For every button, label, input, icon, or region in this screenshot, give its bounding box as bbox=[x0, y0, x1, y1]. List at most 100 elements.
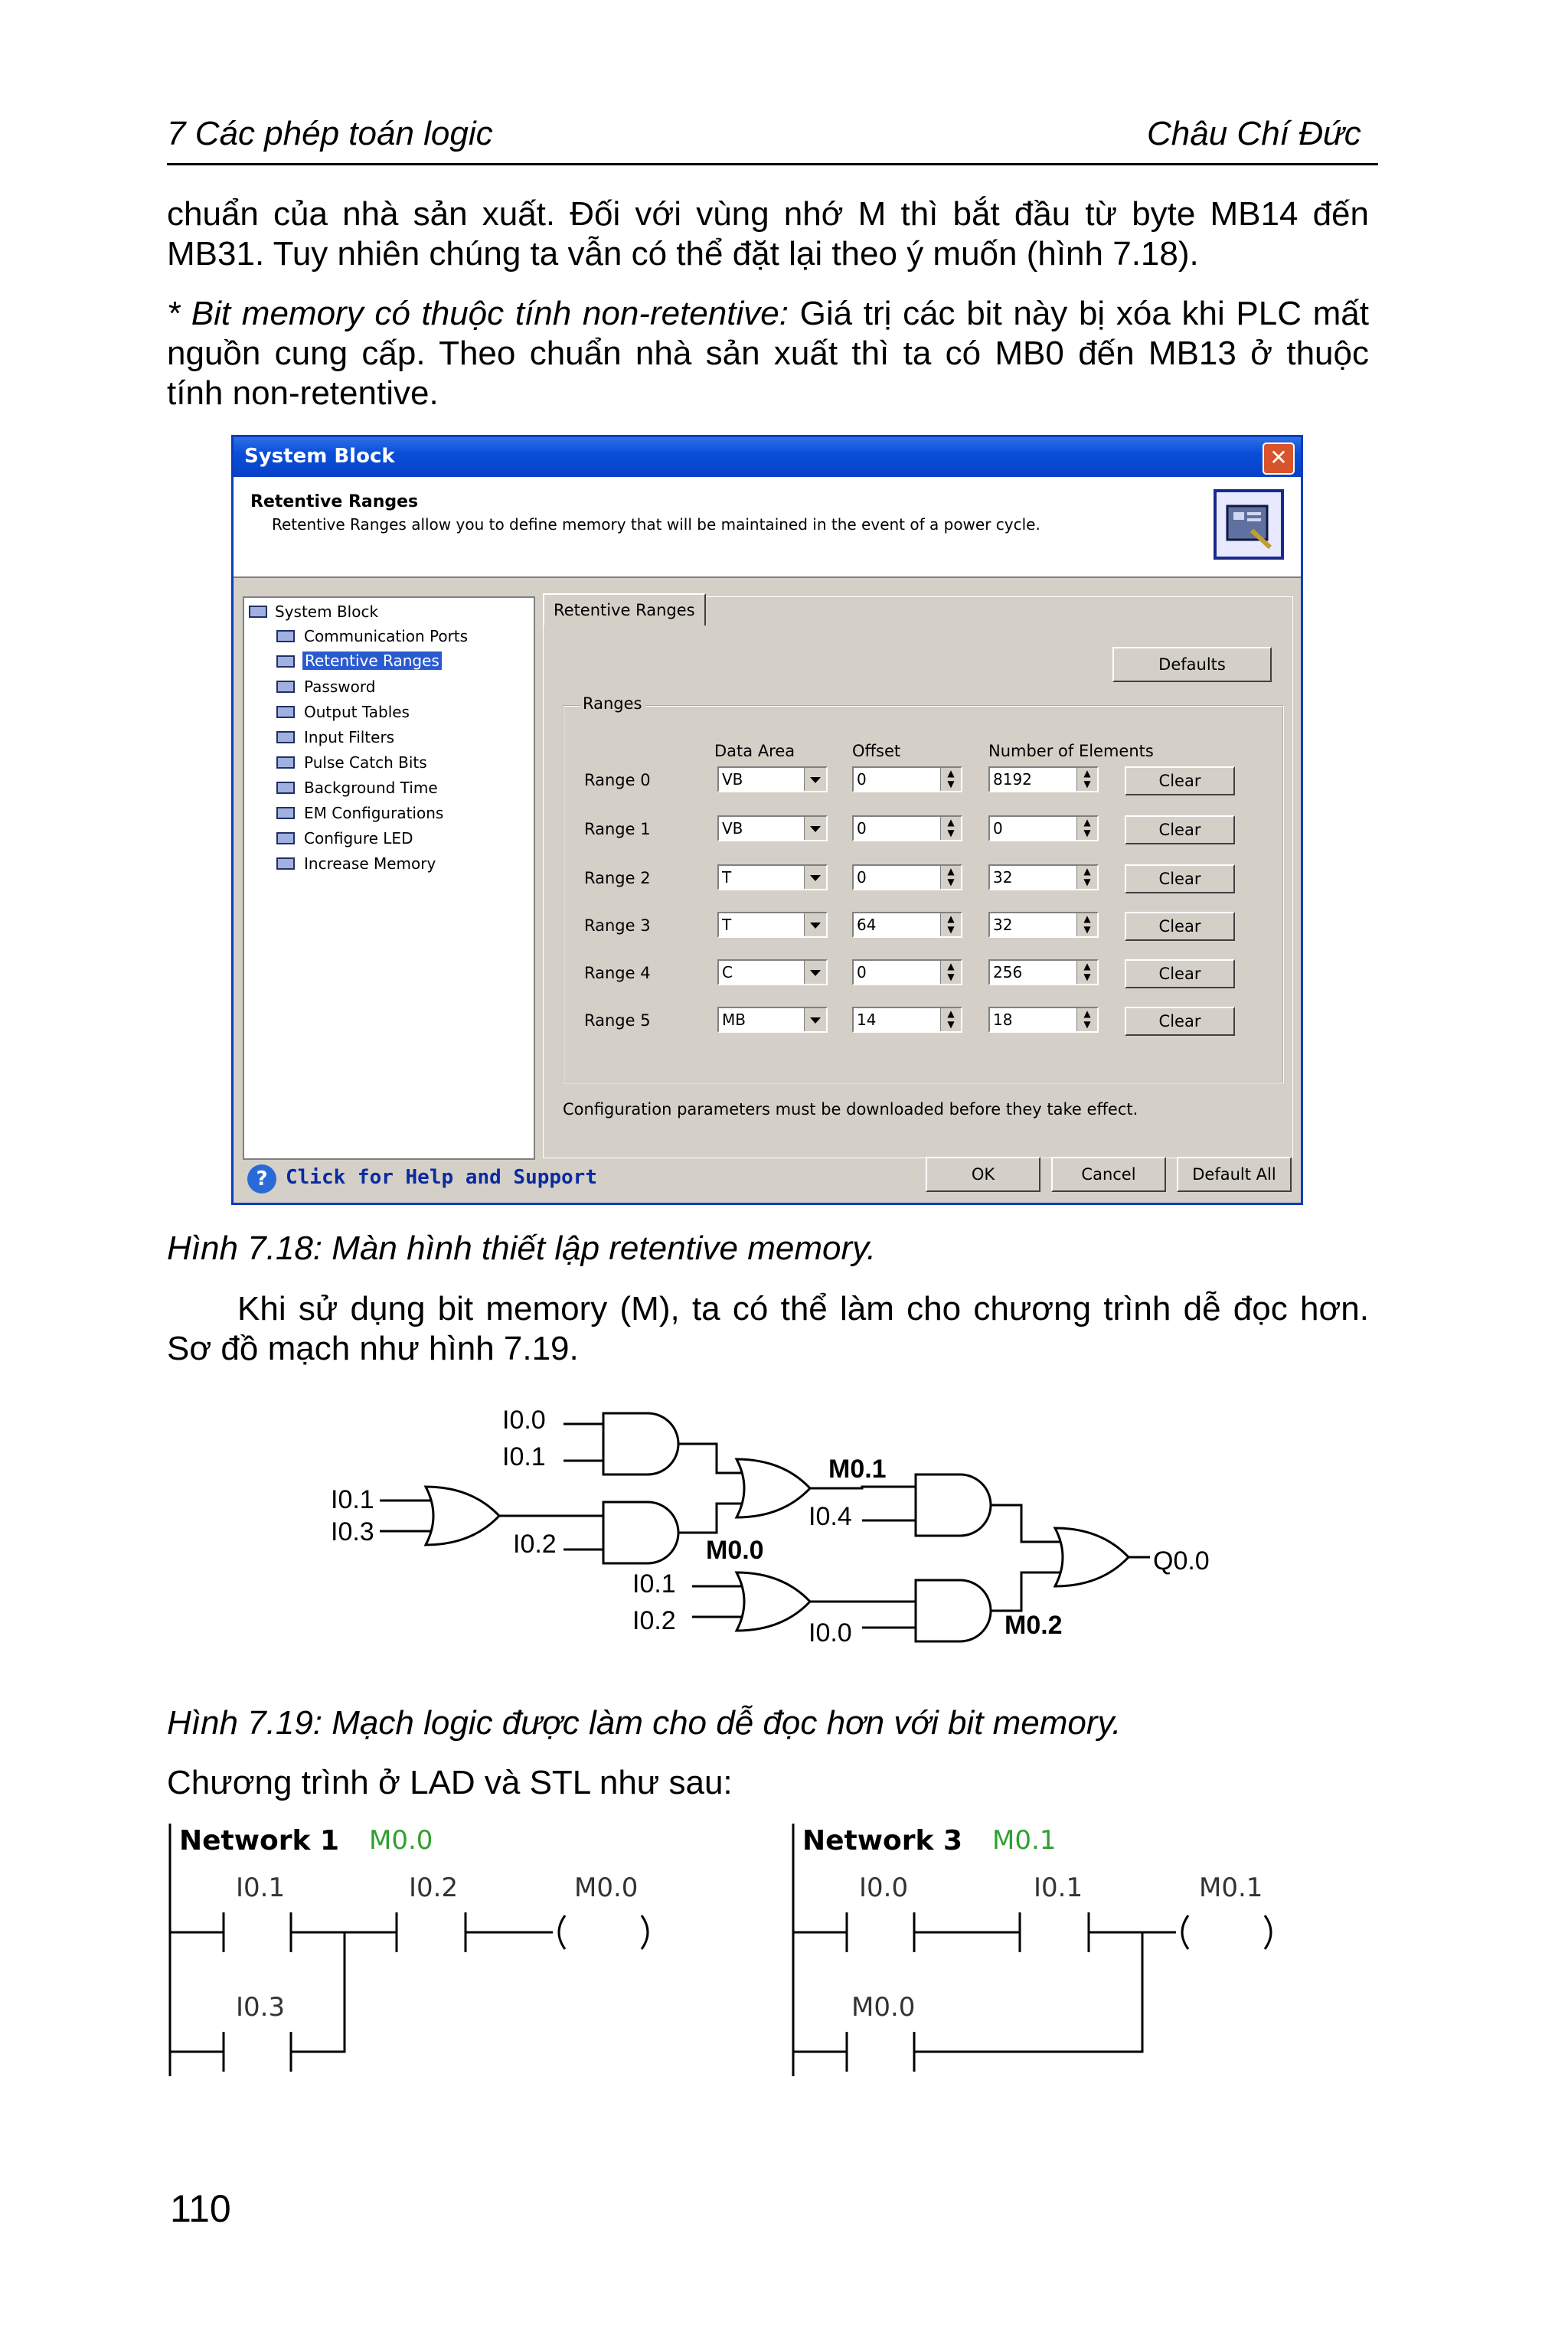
elements-value: 256 bbox=[993, 963, 1023, 981]
data-area-select[interactable]: T bbox=[717, 912, 828, 938]
spinner-arrows-icon[interactable]: ▲ ▼ bbox=[940, 768, 961, 791]
spinner-arrows-icon[interactable]: ▲ ▼ bbox=[1076, 961, 1097, 984]
network-3-comment: M0.1 bbox=[992, 1825, 1057, 1856]
tree-item-communication-ports[interactable]: Communication Ports bbox=[304, 627, 468, 645]
data-area-select[interactable]: C bbox=[717, 959, 828, 985]
spinner-arrows-icon[interactable]: ▲ ▼ bbox=[1076, 817, 1097, 840]
spinner-arrows-icon[interactable]: ▲ ▼ bbox=[1076, 768, 1097, 791]
data-area-select[interactable]: MB bbox=[717, 1007, 828, 1033]
spinner-arrows-icon[interactable]: ▲ ▼ bbox=[940, 961, 961, 984]
chevron-down-icon[interactable] bbox=[804, 817, 826, 840]
tree-item-em-configurations[interactable]: EM Configurations bbox=[304, 804, 443, 822]
offset-spinner[interactable]: 0 ▲ ▼ bbox=[852, 959, 962, 985]
input-label-i0-2: I0.2 bbox=[632, 1606, 676, 1635]
data-area-select[interactable]: VB bbox=[717, 815, 828, 841]
tree-item-output-tables[interactable]: Output Tables bbox=[304, 703, 410, 721]
offset-spinner[interactable]: 0 ▲ ▼ bbox=[852, 864, 962, 890]
clear-button[interactable]: Clear bbox=[1125, 912, 1235, 941]
contact-label: I0.1 bbox=[236, 1873, 286, 1903]
memory-label-m0-1: M0.1 bbox=[828, 1455, 887, 1484]
contact-label: I0.2 bbox=[409, 1873, 459, 1903]
col-header-elements: Number of Elements bbox=[988, 742, 1154, 760]
data-area-select[interactable]: T bbox=[717, 864, 828, 890]
data-area-select[interactable]: VB bbox=[717, 766, 828, 792]
spinner-arrows-icon[interactable]: ▲ ▼ bbox=[1076, 1008, 1097, 1031]
offset-spinner[interactable]: 0 ▲ ▼ bbox=[852, 766, 962, 792]
figure-7-19-caption: Hình 7.19: Mạch logic được làm cho dễ đọ… bbox=[167, 1704, 1122, 1742]
elements-spinner[interactable]: 32 ▲ ▼ bbox=[988, 864, 1099, 890]
tree-item-input-filters[interactable]: Input Filters bbox=[304, 728, 394, 746]
spinner-arrows-icon[interactable]: ▲ ▼ bbox=[940, 1008, 961, 1031]
elements-value: 8192 bbox=[993, 770, 1032, 789]
clear-button[interactable]: Clear bbox=[1125, 959, 1235, 988]
dialog-title: System Block bbox=[244, 445, 395, 468]
paragraph-2: * Bit memory có thuộc tính non-retentive… bbox=[167, 294, 1369, 413]
elements-value: 32 bbox=[993, 916, 1013, 934]
offset-value: 0 bbox=[857, 770, 867, 789]
spinner-arrows-icon[interactable]: ▲ ▼ bbox=[1076, 913, 1097, 936]
paragraph-2-rest: Giá trị các bit này bị xóa khi PLC mất bbox=[788, 295, 1369, 332]
elements-spinner[interactable]: 8192 ▲ ▼ bbox=[988, 766, 1099, 792]
chevron-down-icon[interactable] bbox=[804, 866, 826, 889]
help-icon[interactable]: ? bbox=[247, 1164, 276, 1194]
spinner-arrows-icon[interactable]: ▲ ▼ bbox=[1076, 866, 1097, 889]
spinner-arrows-icon[interactable]: ▲ ▼ bbox=[940, 913, 961, 936]
tree-item-retentive-ranges[interactable]: Retentive Ranges bbox=[302, 651, 442, 670]
tree-node-icon bbox=[276, 756, 295, 769]
tree-item-password[interactable]: Password bbox=[304, 678, 375, 696]
tree-item-configure-led[interactable]: Configure LED bbox=[304, 829, 413, 847]
offset-value: 14 bbox=[857, 1011, 877, 1029]
network-1-comment: M0.0 bbox=[369, 1825, 433, 1856]
offset-spinner[interactable]: 14 ▲ ▼ bbox=[852, 1007, 962, 1033]
close-button[interactable]: ✕ bbox=[1263, 442, 1295, 475]
clear-button[interactable]: Clear bbox=[1125, 815, 1235, 844]
help-link[interactable]: Click for Help and Support bbox=[286, 1166, 597, 1189]
paragraph-3: Khi sử dụng bit memory (M), ta có thể là… bbox=[167, 1289, 1369, 1369]
elements-spinner[interactable]: 32 ▲ ▼ bbox=[988, 912, 1099, 938]
elements-spinner[interactable]: 18 ▲ ▼ bbox=[988, 1007, 1099, 1033]
clear-button[interactable]: Clear bbox=[1125, 766, 1235, 795]
tree-item-system-block[interactable]: System Block bbox=[275, 603, 378, 621]
paragraph-2-line-1: * Bit memory có thuộc tính non-retentive… bbox=[167, 294, 1369, 334]
input-label-i0-0: I0.0 bbox=[502, 1406, 546, 1435]
chevron-down-icon[interactable] bbox=[804, 1008, 826, 1031]
spinner-arrows-icon[interactable]: ▲ ▼ bbox=[940, 817, 961, 840]
input-label-i0-1: I0.1 bbox=[331, 1485, 374, 1514]
chevron-down-icon[interactable] bbox=[804, 913, 826, 936]
elements-spinner[interactable]: 0 ▲ ▼ bbox=[988, 815, 1099, 841]
author-header: Châu Chí Đức bbox=[1147, 115, 1361, 152]
cancel-button[interactable]: Cancel bbox=[1051, 1157, 1166, 1192]
tab-retentive-ranges[interactable]: Retentive Ranges bbox=[543, 593, 706, 625]
offset-spinner[interactable]: 64 ▲ ▼ bbox=[852, 912, 962, 938]
offset-spinner[interactable]: 0 ▲ ▼ bbox=[852, 815, 962, 841]
tree-node-icon bbox=[276, 832, 295, 844]
defaults-button[interactable]: Defaults bbox=[1112, 647, 1272, 682]
tree-node-icon bbox=[276, 630, 295, 642]
dialog-titlebar[interactable]: System Block ✕ bbox=[234, 437, 1301, 477]
tree-node-icon bbox=[276, 731, 295, 743]
navigation-tree: System Block Communication Ports Retenti… bbox=[243, 596, 535, 1160]
system-block-dialog: System Block ✕ Retentive Ranges Retentiv… bbox=[231, 435, 1303, 1205]
tree-item-background-time[interactable]: Background Time bbox=[304, 779, 438, 797]
elements-spinner[interactable]: 256 ▲ ▼ bbox=[988, 959, 1099, 985]
default-all-button[interactable]: Default All bbox=[1177, 1157, 1292, 1192]
chevron-down-icon[interactable] bbox=[804, 961, 826, 984]
clear-button[interactable]: Clear bbox=[1125, 1007, 1235, 1036]
contact-label: I0.0 bbox=[859, 1873, 909, 1903]
elements-value: 18 bbox=[993, 1011, 1013, 1029]
clear-button[interactable]: Clear bbox=[1125, 864, 1235, 893]
col-header-offset: Offset bbox=[852, 742, 901, 760]
chevron-down-icon[interactable] bbox=[804, 768, 826, 791]
tree-node-icon bbox=[276, 807, 295, 819]
and-gate-2 bbox=[602, 1501, 680, 1565]
tree-item-increase-memory[interactable]: Increase Memory bbox=[304, 854, 436, 873]
paragraph-1: chuẩn của nhà sản xuất. Đối với vùng nhớ… bbox=[167, 194, 1369, 274]
ok-button[interactable]: OK bbox=[926, 1157, 1040, 1192]
tree-node-icon bbox=[276, 655, 295, 668]
elements-value: 0 bbox=[993, 819, 1003, 838]
spinner-arrows-icon[interactable]: ▲ ▼ bbox=[940, 866, 961, 889]
paragraph-3-line-2: Sơ đồ mạch như hình 7.19. bbox=[167, 1330, 579, 1367]
tree-item-pulse-catch-bits[interactable]: Pulse Catch Bits bbox=[304, 753, 427, 772]
elements-value: 32 bbox=[993, 868, 1013, 887]
memory-label-m0-0: M0.0 bbox=[706, 1536, 764, 1565]
